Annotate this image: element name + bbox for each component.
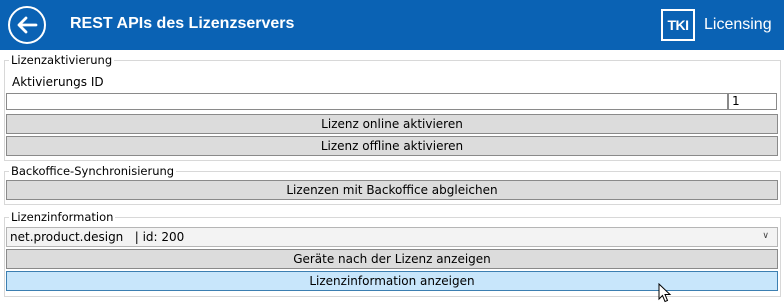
license-info-group-label: Lizenzinformation	[9, 209, 116, 225]
activate-offline-button[interactable]: Lizenz offline aktivieren	[6, 136, 778, 156]
mouse-pointer-icon	[658, 283, 672, 303]
activation-group-label: Lizenzaktivierung	[9, 52, 115, 68]
brand-mark: TKI	[661, 9, 695, 41]
brand-logo: TKI Licensing	[661, 9, 772, 41]
app-header: REST APIs des Lizenzservers TKI Licensin…	[0, 0, 784, 50]
backoffice-group-label: Backoffice-Synchronisierung	[9, 163, 177, 179]
sync-backoffice-button[interactable]: Lizenzen mit Backoffice abgleichen	[6, 180, 778, 200]
activation-id-label: Aktivierungs ID	[12, 75, 104, 89]
show-devices-button[interactable]: Geräte nach der Lizenz anzeigen	[6, 249, 778, 269]
activate-online-button[interactable]: Lizenz online aktivieren	[6, 114, 778, 134]
arrow-left-icon	[17, 16, 38, 34]
license-select[interactable]: net.product.design | id: 200 ∨	[6, 227, 778, 247]
activation-id-input[interactable]	[6, 93, 728, 110]
activation-count-input[interactable]: 1	[728, 93, 777, 110]
back-button[interactable]	[8, 6, 46, 44]
brand-text: Licensing	[704, 16, 772, 33]
license-select-value: net.product.design | id: 200	[10, 230, 185, 244]
page-title: REST APIs des Lizenzservers	[70, 15, 295, 32]
chevron-down-icon: ∨	[762, 231, 769, 241]
